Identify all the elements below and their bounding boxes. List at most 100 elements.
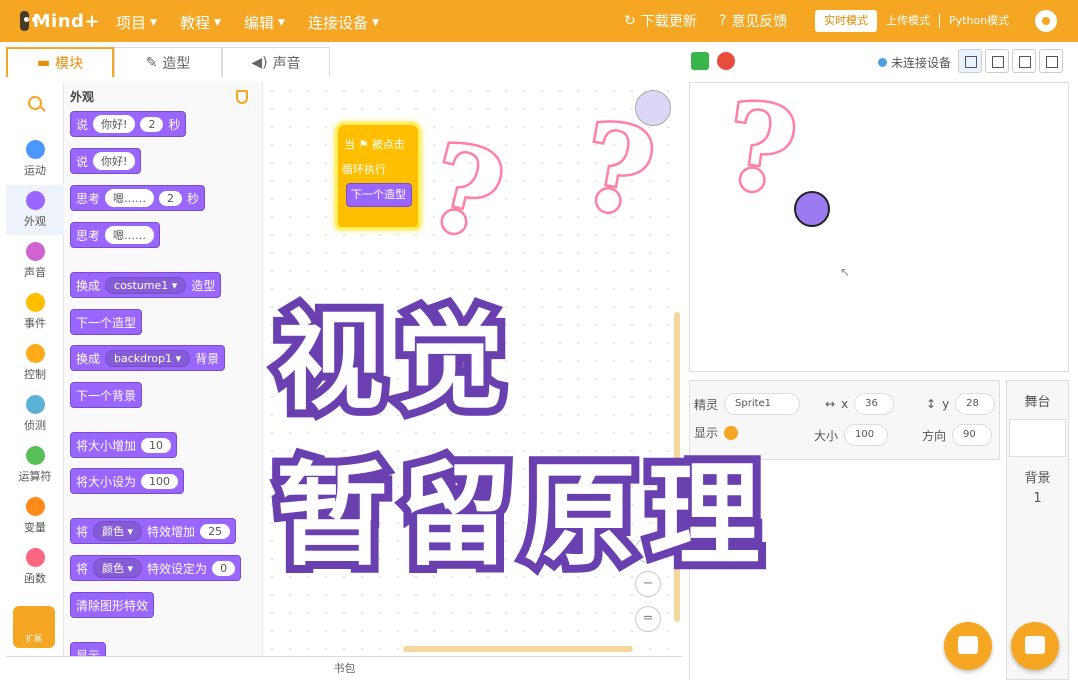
category-events[interactable]: 事件 xyxy=(6,287,64,337)
fullscreen-icon[interactable] xyxy=(1039,49,1063,73)
app-logo[interactable]: Mind+ xyxy=(20,8,100,34)
tab-sounds[interactable]: ◀) 声音 xyxy=(222,47,330,77)
add-backdrop-button[interactable] xyxy=(1011,622,1059,670)
y-input[interactable]: 28 xyxy=(955,393,996,415)
sprite-name-input[interactable]: Sprite1 xyxy=(724,393,801,415)
feedback-button[interactable]: ? 意见反馈 xyxy=(719,11,787,31)
category-functions[interactable]: 函数 xyxy=(6,542,64,592)
y-arrow-icon: ↕ xyxy=(926,397,937,411)
block-clear-effects[interactable]: 清除图形特效 xyxy=(70,592,155,618)
connection-dot-icon xyxy=(878,58,887,67)
effect-dropdown[interactable]: 颜色 ▾ xyxy=(93,558,143,578)
x-input[interactable]: 36 xyxy=(854,393,895,415)
sprite-ball[interactable] xyxy=(794,191,830,227)
category-sidebar: 运动 外观 声音 事件 控制 侦测 运算符 变量 函数 扩展 xyxy=(6,82,64,656)
backdrop-label: 背景 xyxy=(1024,471,1051,486)
block-think-for-secs[interactable]: 思考 嗯…… 2 秒 xyxy=(70,185,206,211)
add-sprite-button[interactable] xyxy=(944,622,992,670)
x-label: x xyxy=(841,397,849,411)
menu-connect[interactable]: 连接设备 ▼ xyxy=(308,12,379,33)
forever-block[interactable]: 循环执行 xyxy=(342,161,386,177)
next-costume-script-block[interactable]: 下一个造型 xyxy=(346,183,412,207)
green-flag-button[interactable] xyxy=(691,52,709,70)
block-set-effect[interactable]: 将颜色 ▾ 特效设定为 0 xyxy=(70,555,242,581)
full-stage-icon[interactable] xyxy=(1012,49,1036,73)
tab-blocks[interactable]: ▬ 模块 xyxy=(6,47,114,77)
stage-thumbnail[interactable] xyxy=(1009,419,1066,457)
menu-tutorial[interactable]: 教程 ▼ xyxy=(180,12,221,33)
script-stack[interactable]: 当 ⚑ 被点击 循环执行 下一个造型 xyxy=(335,122,421,230)
y-label: y xyxy=(942,397,950,411)
category-label: 控制 xyxy=(24,368,46,381)
category-control[interactable]: 控制 xyxy=(6,338,64,388)
block-input[interactable]: 2 xyxy=(140,116,164,132)
search-icon[interactable] xyxy=(28,96,42,110)
block-input[interactable]: 0 xyxy=(212,560,236,576)
python-mode-button[interactable]: Python模式 xyxy=(940,10,1018,32)
category-dot-icon xyxy=(25,191,45,210)
gear-icon[interactable] xyxy=(1035,10,1057,32)
stage-canvas[interactable]: ? ↖ xyxy=(689,72,1069,372)
zoom-reset-icon[interactable]: = xyxy=(635,606,661,632)
block-set-size[interactable]: 将大小设为 100 xyxy=(70,468,185,494)
stop-button[interactable] xyxy=(717,52,735,70)
menu-edit-label: 编辑 xyxy=(244,14,275,32)
block-text: 将大小增加 xyxy=(76,438,137,453)
block-think[interactable]: 思考 嗯…… xyxy=(70,222,161,248)
block-input[interactable]: 25 xyxy=(200,523,231,539)
download-update-button[interactable]: ↻ 下载更新 xyxy=(624,11,697,31)
category-operators[interactable]: 运算符 xyxy=(6,440,64,490)
pin-icon[interactable] xyxy=(236,90,248,104)
x-row: ↔ x 36 xyxy=(825,393,895,415)
category-variables[interactable]: 变量 xyxy=(6,491,64,541)
horizontal-scrollbar[interactable] xyxy=(403,646,633,652)
large-stage-icon[interactable] xyxy=(985,49,1009,73)
overlay-title-line2: 暂留原理 xyxy=(268,443,772,589)
category-motion[interactable]: 运动 xyxy=(6,134,64,184)
block-input[interactable]: 你好! xyxy=(93,152,136,170)
backpack-bar[interactable]: 书包 xyxy=(6,656,683,682)
size-input[interactable]: 100 xyxy=(844,424,889,446)
tab-costumes[interactable]: ✎ 造型 xyxy=(114,47,222,77)
menu-project[interactable]: 项目 ▼ xyxy=(116,12,157,33)
block-input[interactable]: 嗯…… xyxy=(105,189,155,207)
category-sound[interactable]: 声音 xyxy=(6,236,64,286)
question-mark-decoration: ? xyxy=(413,113,519,270)
block-input[interactable]: 2 xyxy=(159,190,183,206)
extensions-button[interactable]: 扩展 xyxy=(13,606,55,648)
small-stage-icon[interactable] xyxy=(958,49,982,73)
block-next-costume[interactable]: 下一个造型 xyxy=(70,309,143,335)
category-looks[interactable]: 外观 xyxy=(6,185,64,235)
block-switch-costume[interactable]: 换成 costume1 ▾ 造型 xyxy=(70,272,222,298)
backdrop-dropdown[interactable]: backdrop1 ▾ xyxy=(105,349,191,367)
effect-dropdown[interactable]: 颜色 ▾ xyxy=(93,521,143,541)
question-mark-decoration: ? xyxy=(569,93,666,247)
block-show[interactable]: 显示 xyxy=(70,642,107,656)
block-input[interactable]: 嗯…… xyxy=(105,226,155,244)
direction-input[interactable]: 90 xyxy=(952,424,993,446)
costume-dropdown[interactable]: costume1 ▾ xyxy=(105,276,187,294)
block-switch-backdrop[interactable]: 换成 backdrop1 ▾ 背景 xyxy=(70,345,226,371)
download-update-label: 下载更新 xyxy=(640,14,697,30)
connection-status[interactable]: 未连接设备 xyxy=(878,54,951,71)
block-say[interactable]: 说你好! xyxy=(70,148,142,174)
block-say-for-secs[interactable]: 说你好! 2 秒 xyxy=(70,111,187,137)
connection-status-label: 未连接设备 xyxy=(891,56,952,70)
stage-view-buttons xyxy=(958,49,1063,73)
block-text: 思考 xyxy=(76,228,101,243)
when-flag-clicked-block[interactable]: 当 ⚑ 被点击 xyxy=(344,136,405,152)
upload-mode-button[interactable]: 上传模式 xyxy=(877,10,939,32)
blocks-icon: ▬ xyxy=(36,55,51,71)
block-text: 将大小设为 xyxy=(76,474,137,489)
block-change-effect[interactable]: 将颜色 ▾ 特效增加 25 xyxy=(70,518,237,544)
block-change-size[interactable]: 将大小增加 10 xyxy=(70,432,178,458)
block-input[interactable]: 你好! xyxy=(93,115,136,133)
category-sensing[interactable]: 侦测 xyxy=(6,389,64,439)
block-input[interactable]: 10 xyxy=(141,437,172,453)
tab-sounds-label: 声音 xyxy=(272,55,301,72)
block-text: 思考 xyxy=(76,191,101,206)
realtime-mode-button[interactable]: 实时模式 xyxy=(815,10,877,32)
block-input[interactable]: 100 xyxy=(141,473,179,489)
block-next-backdrop[interactable]: 下一个背景 xyxy=(70,382,143,408)
menu-edit[interactable]: 编辑 ▼ xyxy=(244,12,285,33)
